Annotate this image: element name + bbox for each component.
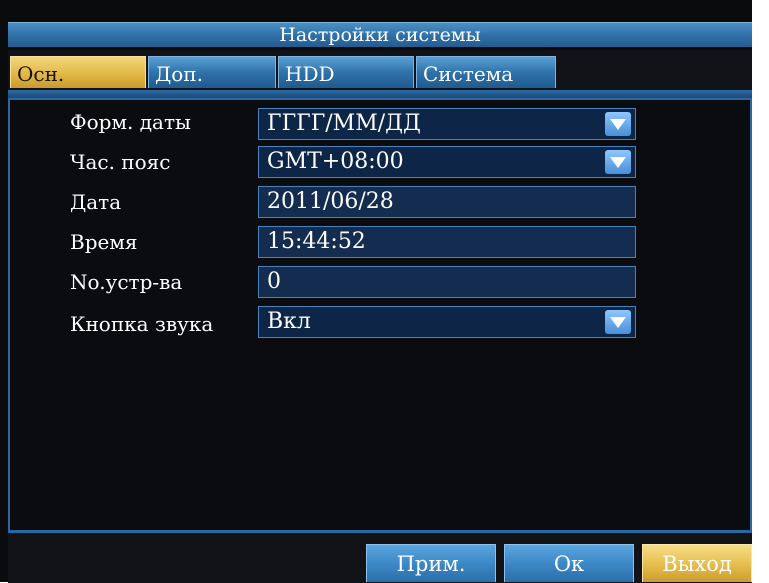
key-sound-select[interactable]: Вкл — [258, 306, 636, 338]
tab-bar: Осн. Доп. HDD Система — [8, 50, 752, 90]
chevron-down-icon[interactable] — [605, 310, 631, 334]
date-field[interactable]: 2011/06/28 — [258, 186, 636, 218]
timezone-label: Час. пояс — [70, 150, 171, 174]
tab-basic[interactable]: Осн. — [10, 56, 146, 88]
time-field[interactable]: 15:44:52 — [258, 226, 636, 258]
timezone-select[interactable]: GMT+08:00 — [258, 146, 636, 178]
chevron-down-icon[interactable] — [605, 112, 631, 136]
key-sound-value: Вкл — [267, 309, 311, 334]
tab-advanced[interactable]: Доп. — [148, 56, 276, 88]
screen-edge — [752, 0, 769, 582]
device-number-label: No.устр-ва — [70, 270, 183, 294]
key-sound-label: Кнопка звука — [70, 312, 214, 336]
exit-button[interactable]: Выход — [642, 544, 752, 582]
timezone-value: GMT+08:00 — [267, 149, 404, 174]
tab-system[interactable]: Система — [416, 56, 556, 88]
date-label: Дата — [70, 190, 122, 214]
tab-divider — [8, 90, 752, 98]
dvr-screen: Настройки системы Осн. Доп. HDD Система … — [0, 0, 769, 583]
device-number-field[interactable]: 0 — [258, 266, 636, 298]
date-format-label: Форм. даты — [70, 110, 191, 134]
date-format-value: ГГГГ/ММ/ДД — [267, 111, 421, 136]
chevron-down-icon[interactable] — [605, 150, 631, 174]
tab-hdd[interactable]: HDD — [278, 56, 414, 88]
apply-button[interactable]: Прим. — [366, 544, 496, 582]
window-title: Настройки системы — [8, 22, 752, 47]
date-format-select[interactable]: ГГГГ/ММ/ДД — [258, 108, 636, 140]
ok-button[interactable]: Ок — [504, 544, 634, 582]
time-label: Время — [70, 230, 138, 254]
